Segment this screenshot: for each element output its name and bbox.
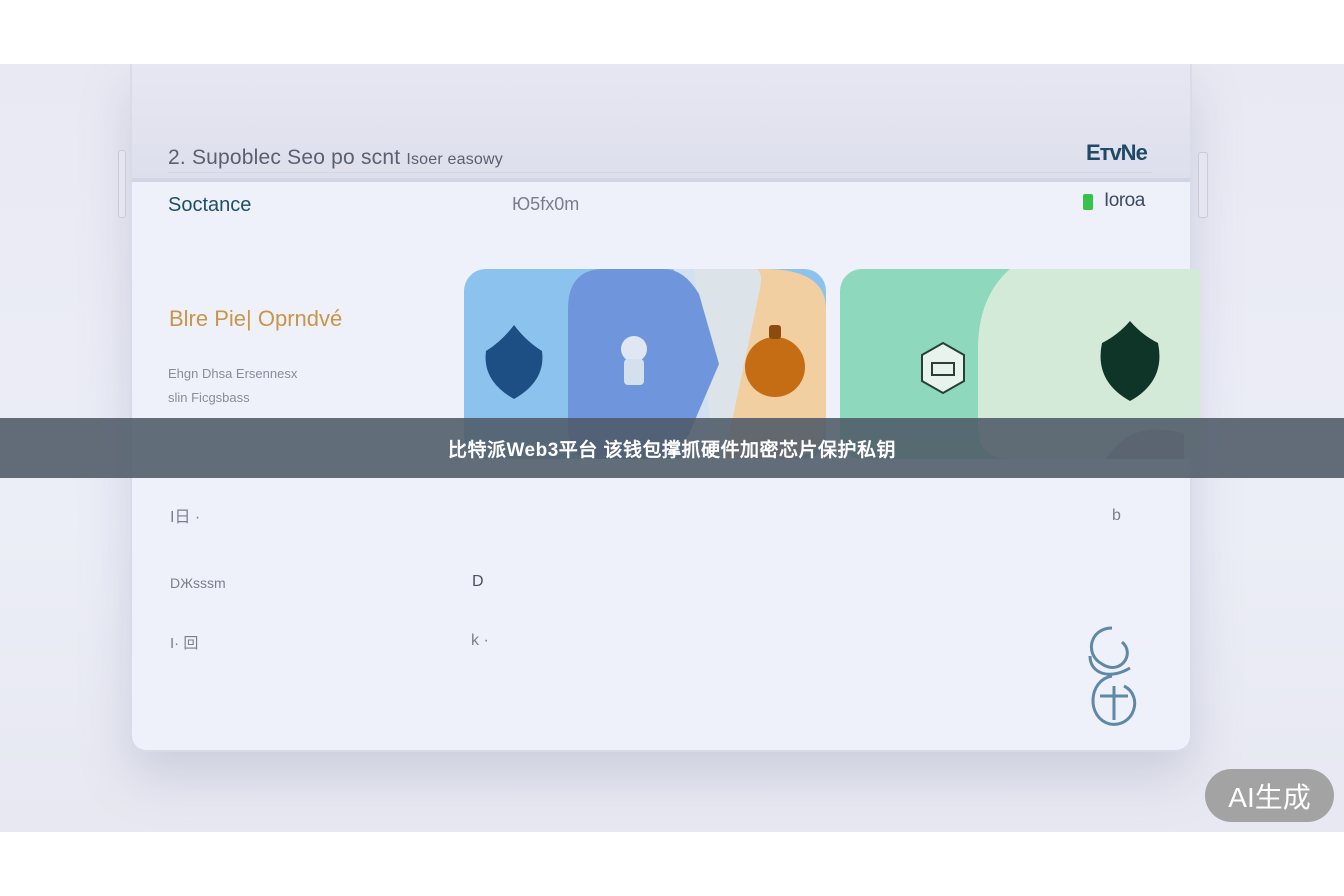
ai-generated-badge: AI生成 (1205, 769, 1334, 822)
caption-bar: 比特派Web3平台 该钱包撑抓硬件加密芯片保护私钥 (0, 418, 1344, 478)
list-row-1-label[interactable]: I日 · (170, 503, 200, 527)
battery-icon (1083, 194, 1093, 210)
list-row-3-label[interactable]: I· 回 (170, 632, 198, 653)
subheader-left[interactable]: Soctance (168, 194, 251, 217)
list-row-3-value: k · (471, 632, 489, 649)
section-line-2: slin Ficgsbass (168, 390, 250, 405)
knot-logo-icon (1088, 626, 1137, 726)
list-row-2-value: D (472, 573, 484, 590)
header-small-text: Isoer easowy (406, 151, 503, 168)
brand-logo-text: ЕтvNe (1086, 140, 1148, 165)
header-title: 2. Supoblec Seo po scnt Isoer easowy (168, 146, 503, 170)
subheader-right: Ioroa (1104, 190, 1145, 211)
header-main-text: 2. Supoblec Seo po scnt (168, 146, 401, 169)
caption-text: 比特派Web3平台 该钱包撑抓硬件加密芯片保护私钥 (447, 439, 897, 461)
section-line-1: Ehgn Dhsa Ersennesx (168, 366, 298, 381)
list-row-2-label[interactable]: DЖsssm (170, 575, 226, 591)
header-divider (168, 172, 1152, 173)
side-button-left (118, 150, 126, 218)
chip-hex-icon (921, 341, 965, 395)
list-row-1-value: b (1112, 507, 1121, 524)
subheader-mid: Ю5fx0m (512, 194, 580, 214)
chef-hat-icon (621, 336, 647, 385)
side-button-right (1198, 152, 1208, 218)
section-title: Blre Pie| Oprndvé (169, 306, 343, 331)
ai-badge-label: AI生成 (1228, 781, 1311, 813)
water-drop-icon (485, 325, 543, 399)
